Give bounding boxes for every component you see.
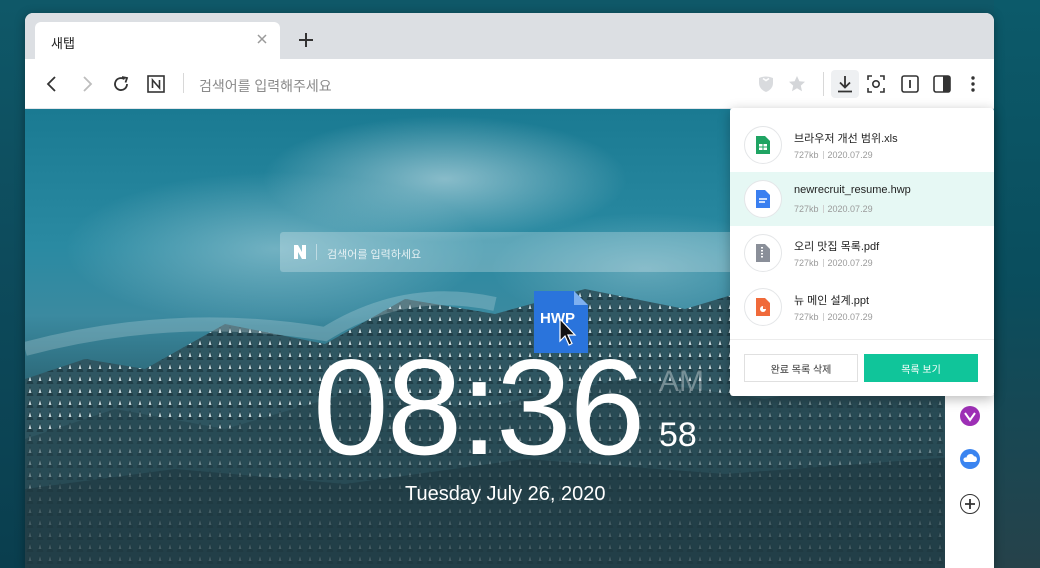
back-button[interactable]: [38, 70, 66, 98]
download-button[interactable]: [831, 70, 859, 98]
plus-icon: [965, 499, 975, 509]
download-meta: 727kb 2020.07.29: [794, 150, 873, 160]
search-divider: [316, 244, 317, 260]
capture-icon: [867, 75, 885, 93]
tab-bar: 새탭: [25, 13, 994, 60]
download-item[interactable]: newrecruit_resume.hwp 727kb 2020.07.29: [730, 172, 994, 226]
new-tab-icon[interactable]: [295, 29, 317, 51]
shield-icon: [759, 76, 773, 92]
download-name: 브라우저 개선 범위.xls: [794, 133, 898, 145]
split-view-button[interactable]: [928, 70, 956, 98]
zip-file-icon: [744, 234, 782, 272]
side-app-button[interactable]: [960, 406, 980, 426]
download-meta: 727kb 2020.07.29: [794, 204, 873, 214]
doc-file-icon: [744, 180, 782, 218]
download-icon: [838, 76, 852, 93]
sidebar-toggle-icon: [901, 75, 919, 93]
hwp-file-label: HWP: [540, 310, 575, 327]
address-divider: [183, 73, 184, 93]
search-input[interactable]: 검색어를 입력하세요: [327, 246, 421, 262]
more-icon: [971, 76, 975, 92]
clear-completed-button[interactable]: 완료 목록 삭제: [744, 354, 858, 382]
bookmark-button[interactable]: [783, 70, 811, 98]
split-view-icon: [933, 75, 951, 93]
download-name: 오리 맛집 목록.pdf: [794, 241, 880, 253]
download-item[interactable]: 브라우저 개선 범위.xls 727kb 2020.07.29: [730, 118, 994, 172]
download-meta: 727kb 2020.07.29: [794, 312, 873, 322]
clock-time: 08:36: [313, 331, 645, 483]
search-box[interactable]: 검색어를 입력하세요: [280, 232, 750, 272]
reload-button[interactable]: [107, 70, 135, 98]
download-panel: 브라우저 개선 범위.xls 727kb 2020.07.29 newrecrui…: [730, 108, 994, 396]
shield-button[interactable]: [752, 70, 780, 98]
download-name: newrecruit_resume.hwp: [794, 184, 911, 196]
desktop-background: [994, 0, 1040, 568]
capture-button[interactable]: [862, 70, 890, 98]
reload-icon: [114, 76, 129, 91]
slide-file-icon: [744, 288, 782, 326]
side-panel-rail: [945, 394, 994, 568]
heart-app-icon: [964, 412, 976, 422]
clock-ampm: AM: [659, 365, 704, 398]
naver-home-icon: [147, 75, 165, 93]
back-icon: [46, 76, 56, 92]
reader-button[interactable]: [896, 70, 924, 98]
clock-seconds: 58: [659, 416, 697, 454]
tab-title: 새탭: [51, 36, 75, 51]
download-name: 뉴 메인 설계.ppt: [794, 295, 870, 307]
home-button[interactable]: [142, 70, 170, 98]
view-list-button[interactable]: 목록 보기: [864, 354, 978, 382]
sheet-file-icon: [744, 126, 782, 164]
forward-icon: [83, 76, 93, 92]
star-icon: [789, 76, 805, 92]
close-icon[interactable]: [254, 31, 270, 47]
cloud-icon: [963, 454, 977, 462]
download-meta: 727kb 2020.07.29: [794, 258, 873, 268]
download-item[interactable]: 오리 맛집 목록.pdf 727kb 2020.07.29: [730, 226, 994, 280]
address-bar[interactable]: 검색어를 입력해주세요: [199, 76, 332, 96]
more-button[interactable]: [959, 70, 987, 98]
tab-new[interactable]: 새탭: [35, 22, 280, 60]
toolbar: 검색어를 입력해주세요: [25, 59, 994, 109]
forward-button[interactable]: [73, 70, 101, 98]
clock-date: Tuesday July 26, 2020: [405, 483, 606, 505]
toolbar-divider: [823, 72, 824, 96]
download-divider: [730, 339, 994, 340]
side-add-button[interactable]: [960, 494, 980, 514]
download-item[interactable]: 뉴 메인 설계.ppt 727kb 2020.07.29: [730, 280, 994, 334]
side-cloud-button[interactable]: [960, 449, 980, 469]
naver-logo-icon: [294, 245, 306, 259]
